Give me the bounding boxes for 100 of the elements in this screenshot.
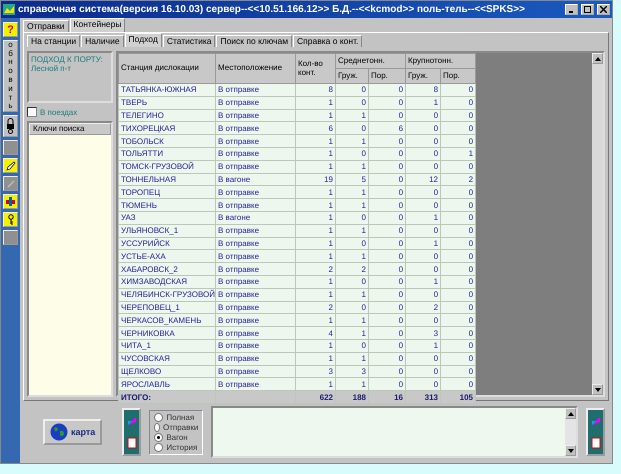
table-cell: ТАТЬЯНКА-ЮЖНАЯ [118,84,216,96]
scroll-down-button[interactable] [565,445,576,456]
table-cell: 6 [296,122,336,135]
scroll-down-button[interactable] [592,384,603,395]
table-cell: 0 [368,109,406,122]
slash-icon [6,178,16,188]
tab[interactable]: Наличие [81,35,124,47]
table-cell: ТЕЛЕГИНО [118,109,216,122]
table-cell: 0 [440,275,476,288]
scroll-up-button[interactable] [592,53,603,64]
table-cell: 0 [406,262,441,276]
maximize-button[interactable] [581,4,594,15]
table-cell: 1 [296,134,336,148]
table-cell: 0 [406,352,441,366]
tab[interactable]: Подход [124,33,162,47]
table-cell: 0 [440,198,476,212]
table-cell: 0 [368,339,406,352]
down-arrow-icon [594,388,600,392]
map-button[interactable]: карта [43,419,102,445]
tab[interactable]: Статистика [162,35,216,47]
table-cell: 1 [406,211,441,224]
table-cell: В отправке [216,314,296,327]
table-cell: 0 [368,84,406,96]
table-cell: 1 [406,275,441,288]
table-cell: 1 [296,198,336,212]
table-cell: УССУРИЙСК [118,237,216,250]
table-cell: 0 [440,96,476,110]
radio-button[interactable] [154,432,164,442]
table-cell: 0 [440,224,476,238]
table-cell: 0 [440,122,476,135]
table-cell: ЧЕРЕПОВЕЦ_1 [118,301,216,314]
table-cell: ЧЕРНИКОВКА [118,326,216,340]
table-cell: 0 [368,352,406,366]
refresh-button[interactable]: обновить [3,40,18,112]
scrollbar[interactable] [565,408,576,456]
table-cell: 2 [440,173,476,186]
tab[interactable]: На станции [27,35,80,47]
table-cell: 1 [336,198,368,212]
table-cell: ТЮМЕНЬ [118,198,216,212]
table-cell: В вагоне [216,173,296,186]
table-cell: 0 [440,339,476,352]
table-cell: ЩЕЛКОВО [118,365,216,378]
radio-button[interactable] [154,412,164,422]
table-cell: 0 [368,275,406,288]
up-arrow-icon [594,56,600,60]
table-cell: 2 [406,301,441,314]
radio-button[interactable] [154,422,160,432]
minimize-button[interactable] [565,4,578,15]
table-cell: В отправке [216,288,296,302]
help-button[interactable]: ? [3,22,18,37]
table-cell: 0 [440,211,476,224]
table-cell: В отправке [216,365,296,378]
table-cell: 1 [296,250,336,263]
radio-label: История [166,442,198,452]
tool-button[interactable] [3,194,18,209]
table-cell: 313 [406,390,441,404]
tab[interactable]: Контейнеры [70,18,126,32]
page-icon [590,436,600,448]
print-button[interactable] [122,408,142,456]
table-cell: 0 [368,301,406,314]
table-cell: 1 [440,147,476,160]
table-cell: В отправке [216,262,296,276]
table-cell: 0 [368,173,406,186]
table-cell: 0 [440,186,476,199]
table-cell: 1 [406,96,441,110]
table-cell: 0 [368,326,406,340]
table-cell: 5 [336,173,368,186]
table-cell: В отправке [216,147,296,160]
tab[interactable]: Поиск по ключам [216,35,292,47]
table-cell: ТИХОРЕЦКАЯ [118,122,216,135]
tab[interactable]: Отправки [23,20,69,32]
table-cell: ХИМЗАВОДСКАЯ [118,275,216,288]
scrollbar[interactable] [592,53,603,395]
print-button[interactable] [586,408,605,456]
checkbox[interactable] [27,107,37,117]
table-cell: 0 [406,314,441,327]
key-button[interactable] [3,212,18,227]
radio-button[interactable] [154,442,164,452]
scroll-up-button[interactable] [565,408,576,419]
globe-icon [50,423,68,441]
table-cell: 0 [368,147,406,160]
table-cell: 0 [440,237,476,250]
table-cell: 0 [406,365,441,378]
search-keys-list[interactable]: Ключи поиска [27,121,113,397]
table-cell: 0 [440,301,476,314]
table-cell: 8 [406,84,441,96]
table-cell: 0 [368,224,406,238]
table-cell: 6 [368,122,406,135]
table-cell: 0 [440,314,476,327]
table-cell: 0 [406,288,441,302]
table-cell: 1 [296,224,336,238]
close-button[interactable] [597,4,610,15]
tab[interactable]: Справка о конт. [293,35,362,47]
lock-button[interactable] [3,115,18,137]
info-subtitle: Лесной п-т [31,64,72,73]
table-cell: ЧИТА_1 [118,339,216,352]
table-cell: 0 [406,122,441,135]
radio-label: Полная [166,412,194,422]
table-cell: 0 [406,198,441,212]
table-cell: 0 [368,211,406,224]
